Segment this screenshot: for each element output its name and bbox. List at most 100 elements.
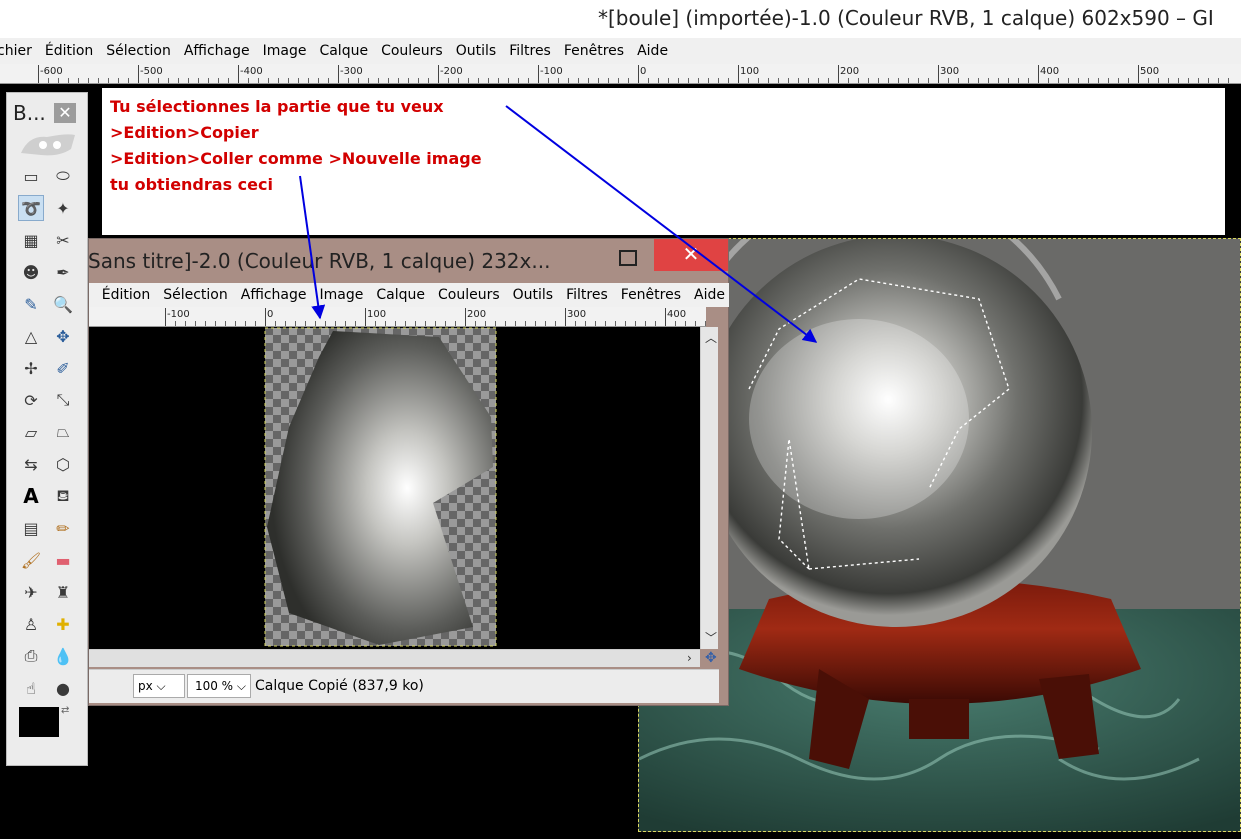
paths-tool[interactable]: ✒	[50, 259, 76, 285]
main-menu-8[interactable]: Filtres	[509, 43, 551, 59]
scale-tool[interactable]: ⤡	[50, 387, 76, 413]
main-ruler-minor-tick	[348, 78, 349, 83]
foreground-color-swatch[interactable]	[19, 707, 59, 737]
dodge-burn-tool[interactable]: ●	[50, 675, 76, 701]
rect-select-tool[interactable]: ▭	[18, 163, 44, 189]
main-ruler-minor-tick	[598, 78, 599, 83]
main-menu-10[interactable]: Aide	[637, 43, 668, 59]
fuzzy-select-tool[interactable]: ✦	[50, 195, 76, 221]
sub-ruler-minor-tick	[405, 321, 406, 326]
perspective-tool[interactable]: ⏢	[50, 419, 76, 445]
blend-tool[interactable]: ▤	[18, 515, 44, 541]
cage-tool[interactable]: ⬡	[50, 451, 76, 477]
main-ruler-tick	[238, 65, 239, 83]
toolbox-close-button[interactable]: ✕	[54, 103, 76, 123]
main-ruler-minor-tick	[778, 78, 779, 83]
main-ruler-tick	[38, 65, 39, 83]
sub-ruler-label: -100	[167, 309, 190, 320]
eraser-tool[interactable]: ▬	[50, 547, 76, 573]
foreground-select-tool[interactable]: ☻	[18, 259, 44, 285]
clone-tool[interactable]: ♙	[18, 611, 44, 637]
main-menu-9[interactable]: Fenêtres	[564, 43, 624, 59]
sub-ruler-minor-tick	[655, 321, 656, 326]
main-menu-2[interactable]: Sélection	[106, 43, 171, 59]
sub-menu-7[interactable]: Outils	[513, 287, 553, 303]
scissors-icon: ✂	[56, 230, 70, 250]
scroll-down-icon[interactable]: ﹀	[705, 629, 717, 646]
bucket-fill-tool[interactable]: ⛾	[50, 483, 76, 509]
airbrush-tool[interactable]: ✈	[18, 579, 44, 605]
move-tool[interactable]: ✥	[50, 323, 76, 349]
swap-colors-icon[interactable]: ⇄	[61, 705, 69, 716]
zoom-select[interactable]: 100 % ⌵	[187, 674, 251, 698]
main-ruler-minor-tick	[1188, 78, 1189, 83]
maximize-button[interactable]	[611, 247, 645, 273]
main-ruler-minor-tick	[188, 78, 189, 83]
sub-menu-4[interactable]: Image	[320, 287, 364, 303]
sub-menu-5[interactable]: Calque	[376, 287, 425, 303]
main-ruler-minor-tick	[488, 78, 489, 83]
scissors-tool[interactable]: ✂	[50, 227, 76, 253]
rotate-tool[interactable]: ⟳	[18, 387, 44, 413]
main-menu-0[interactable]: chier	[0, 43, 32, 59]
vertical-scrollbar[interactable]: ︿ ﹀	[700, 327, 718, 649]
horizontal-scrollbar[interactable]: ›	[89, 649, 700, 667]
main-ruler-minor-tick	[1108, 78, 1109, 83]
main-ruler-label: -200	[440, 66, 463, 77]
sub-ruler-minor-tick	[495, 321, 496, 326]
ink-tool[interactable]: ♜	[50, 579, 76, 605]
measure-tool[interactable]: △	[18, 323, 44, 349]
sub-canvas[interactable]	[89, 327, 700, 649]
sub-ruler-minor-tick	[185, 321, 186, 326]
align-tool[interactable]: ✢	[18, 355, 44, 381]
perspective-clone-tool[interactable]: ⎙	[18, 643, 44, 669]
main-ruler-minor-tick	[998, 78, 999, 83]
smudge-tool[interactable]: ☝	[18, 675, 44, 701]
heal-tool[interactable]: ✚	[50, 611, 76, 637]
main-horizontal-ruler[interactable]: -600 -500 -400 -300 -200 -100 0 100 200 300 400 500	[0, 64, 1241, 84]
color-select-tool[interactable]: ▦	[18, 227, 44, 253]
zoom-tool[interactable]: 🔍	[50, 291, 76, 317]
sub-menu-9[interactable]: Fenêtres	[621, 287, 681, 303]
sub-menu-2[interactable]: Sélection	[163, 287, 228, 303]
color-picker-tool[interactable]: ✎	[18, 291, 44, 317]
sub-horizontal-ruler[interactable]: -100 0 100 200 300 400	[89, 307, 706, 327]
sub-ruler-minor-tick	[435, 321, 436, 326]
pencil-tool[interactable]: ✏	[50, 515, 76, 541]
sub-menu-10[interactable]: Aide	[694, 287, 725, 303]
unit-select[interactable]: px ⌵	[133, 674, 185, 698]
shear-tool[interactable]: ▱	[18, 419, 44, 445]
sub-menu-6[interactable]: Couleurs	[438, 287, 500, 303]
scroll-up-icon[interactable]: ︿	[705, 329, 717, 346]
perspective-clone-icon: ⎙	[24, 646, 38, 665]
blur-tool[interactable]: 💧	[50, 643, 76, 669]
scroll-right-icon[interactable]: ›	[687, 651, 692, 665]
main-menu-7[interactable]: Outils	[456, 43, 496, 59]
main-ruler-minor-tick	[278, 78, 279, 83]
color-select-icon: ▦	[23, 230, 39, 250]
text-icon: A	[23, 484, 39, 508]
main-menu-3[interactable]: Affichage	[184, 43, 250, 59]
free-select-tool[interactable]: ➰	[18, 195, 44, 221]
ellipse-select-tool[interactable]: ⬭	[50, 163, 76, 189]
main-menu-5[interactable]: Calque	[319, 43, 368, 59]
text-tool[interactable]: A	[18, 483, 44, 509]
sub-menu-1[interactable]: Édition	[102, 287, 150, 303]
flip-tool[interactable]: ⇆	[18, 451, 44, 477]
smudge-icon: ☝	[26, 678, 36, 698]
main-menu-1[interactable]: Édition	[45, 43, 93, 59]
toolbox-title: B...	[13, 101, 46, 125]
crop-tool[interactable]: ✐	[50, 355, 76, 381]
pasted-image	[264, 327, 497, 647]
sub-close-button[interactable]: ✕	[654, 239, 728, 271]
paintbrush-tool[interactable]: 🖌	[18, 547, 44, 573]
new-image-window[interactable]: Sans titre]-2.0 (Couleur RVB, 1 calque) …	[88, 238, 729, 706]
main-menu-4[interactable]: Image	[263, 43, 307, 59]
sub-menu-8[interactable]: Filtres	[566, 287, 608, 303]
main-ruler-minor-tick	[1208, 78, 1209, 83]
navigate-icon[interactable]: ✥	[705, 650, 717, 666]
main-menu-6[interactable]: Couleurs	[381, 43, 443, 59]
toolbox-window[interactable]: B... ✕ ⇄ ▭ ⬭ ➰ ✦ ▦ ✂ ☻ ✒ ✎ 🔍 △ ✥ ✢ ✐ ⟳ ⤡ ▱ ⏢ ⇆ ⬡ A ⛾ ▤ ✏ 🖌 ▬ ✈ ♜ ♙ ✚ ⎙…	[6, 92, 88, 766]
sub-menu-3[interactable]: Affichage	[241, 287, 307, 303]
sub-ruler-minor-tick	[275, 321, 276, 326]
